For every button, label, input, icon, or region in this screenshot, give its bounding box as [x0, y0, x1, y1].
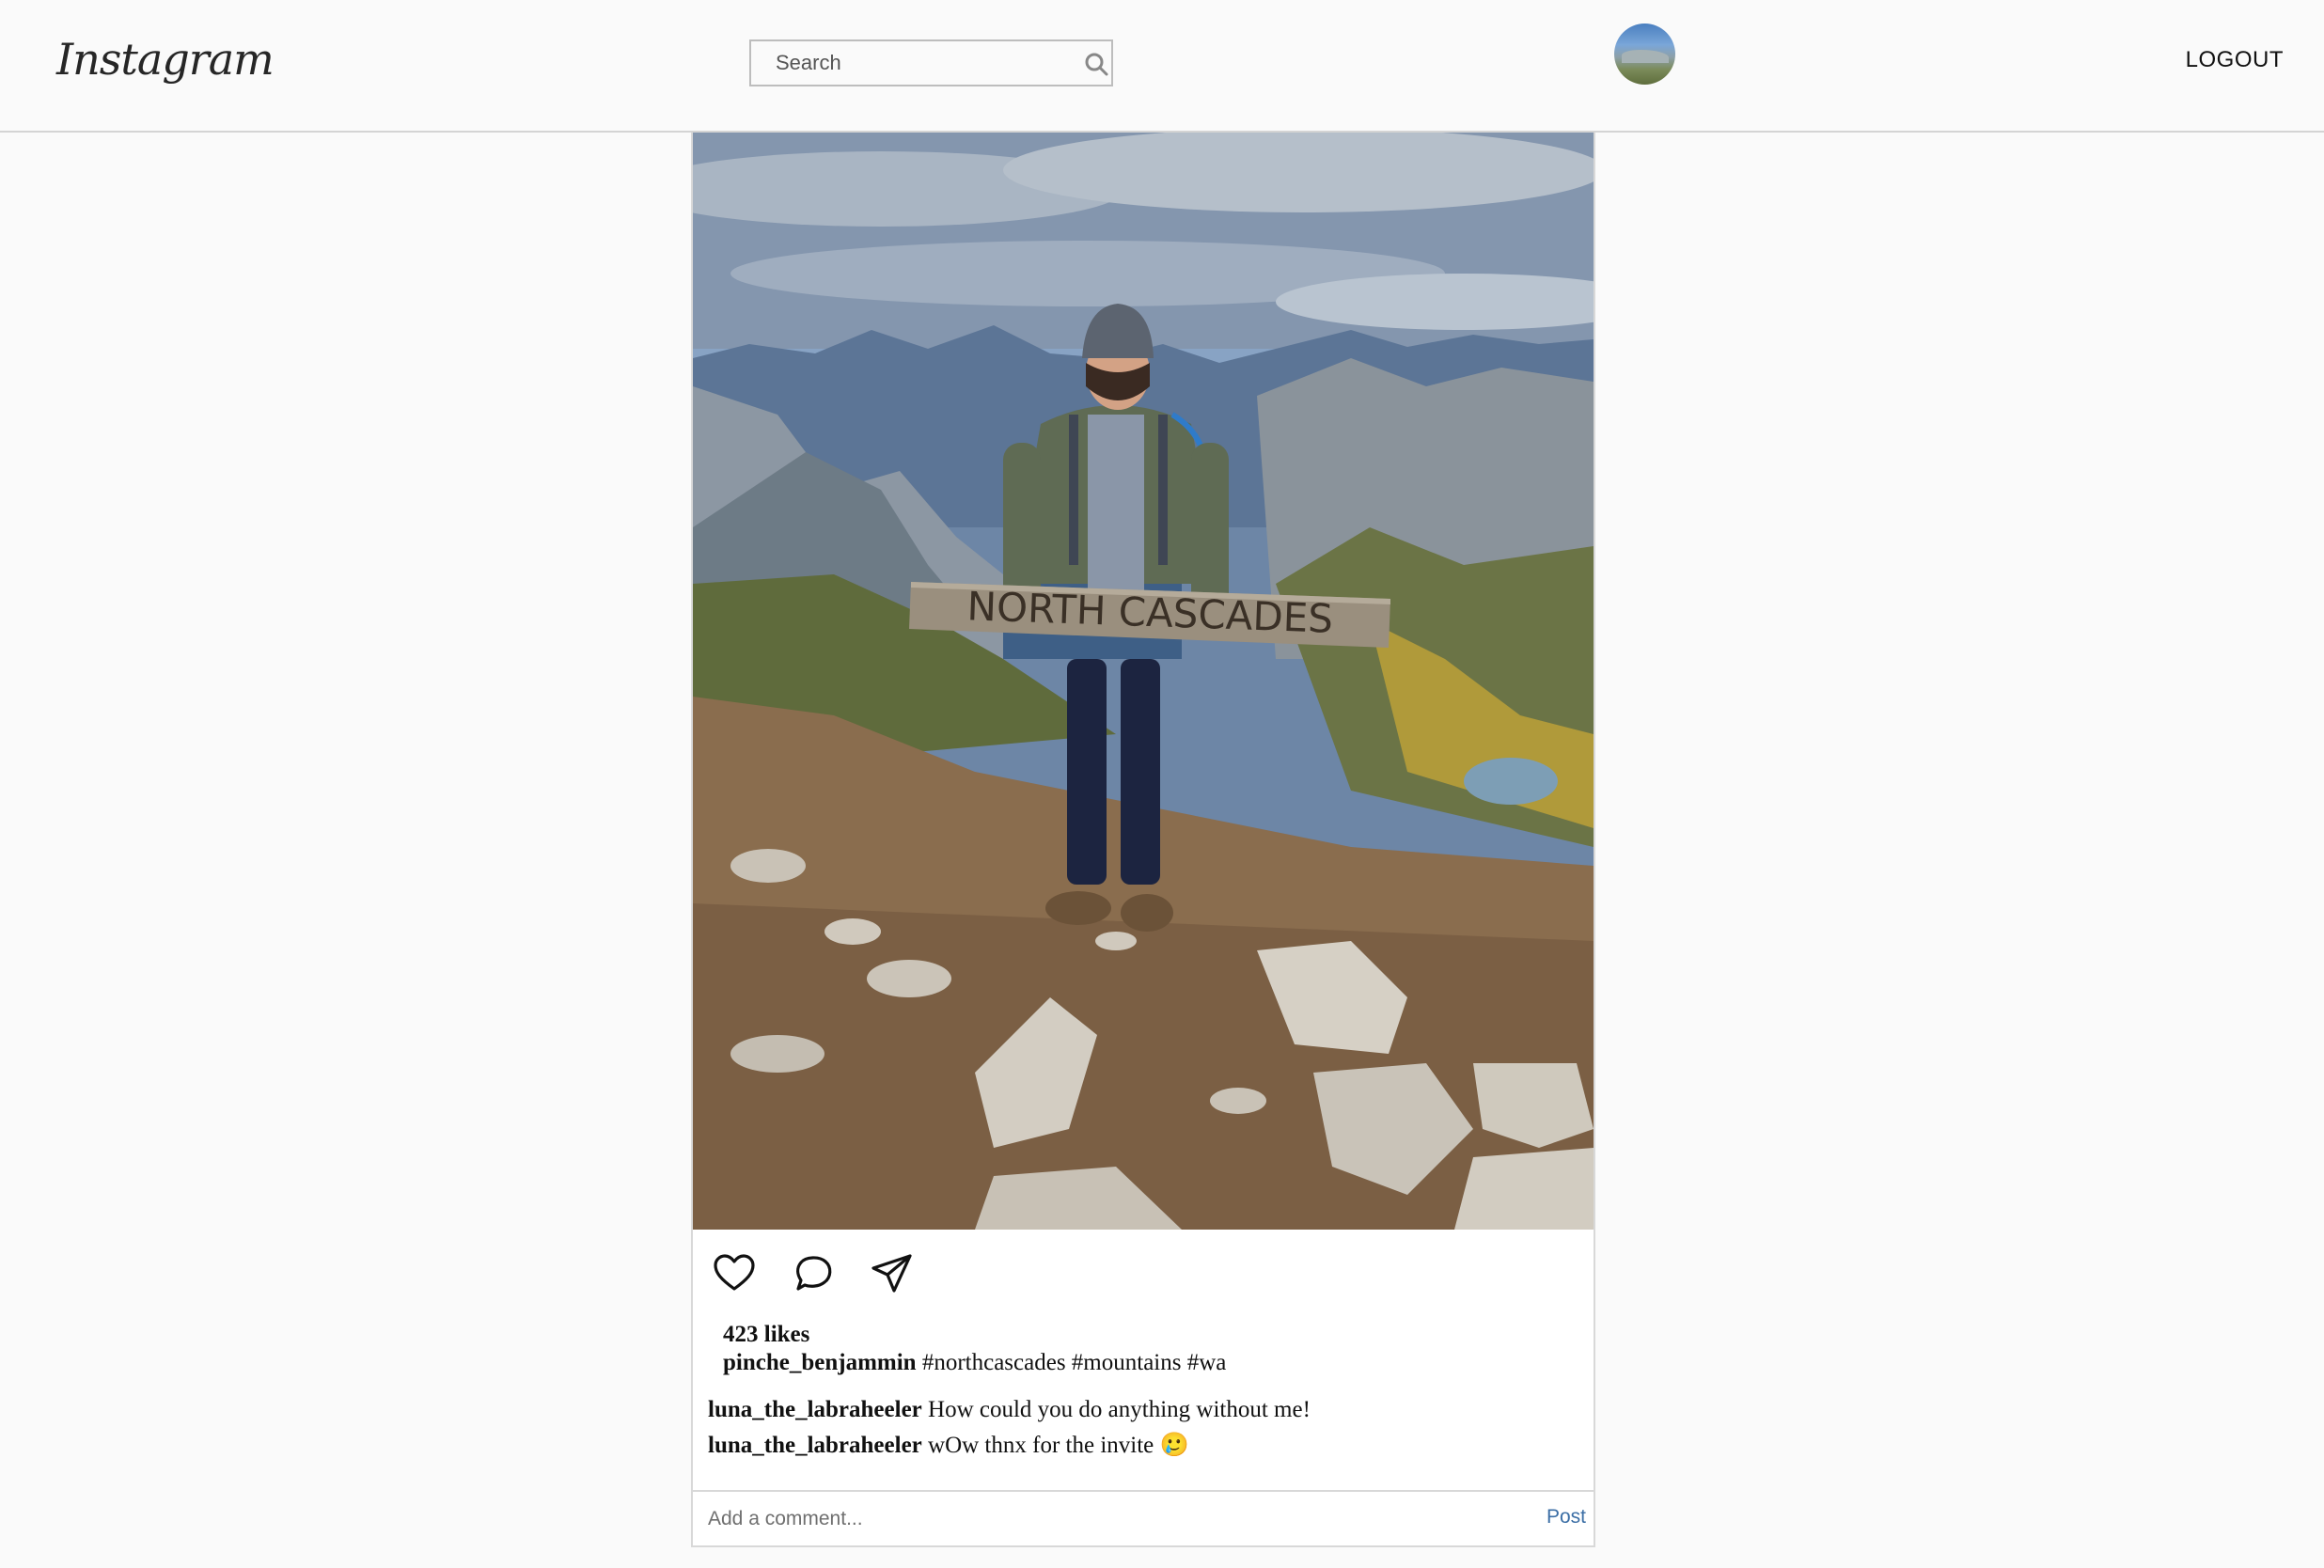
post-comment-button[interactable]: Post [1547, 1506, 1586, 1529]
post-image[interactable]: NORTH CASCADES [693, 133, 1594, 1230]
likes-count: 423 likes [723, 1322, 810, 1347]
post-caption: pinche_benjammin #northcascades #mountai… [723, 1350, 1226, 1376]
comment-item: luna_the_labraheeler How could you do an… [708, 1392, 1311, 1428]
post-card: NORTH CASCADES 423 likes pinche_benjammi… [691, 133, 1595, 1547]
heart-icon[interactable] [712, 1251, 757, 1296]
comment-username[interactable]: luna_the_labraheeler [708, 1433, 922, 1458]
profile-avatar[interactable] [1614, 24, 1675, 85]
comment-text: How could you do anything without me! [921, 1397, 1311, 1422]
comment-username[interactable]: luna_the_labraheeler [708, 1397, 922, 1422]
comment-item: luna_the_labraheeler wOw thnx for the in… [708, 1428, 1311, 1464]
comment-text: wOw thnx for the invite 🥲 [921, 1433, 1189, 1458]
caption-text: #northcascades #mountains #wa [916, 1350, 1227, 1375]
caption-username[interactable]: pinche_benjammin [723, 1350, 917, 1375]
add-comment-bar: Post [693, 1490, 1594, 1545]
paper-plane-icon[interactable] [870, 1251, 915, 1296]
search-icon[interactable] [1083, 51, 1109, 77]
top-nav-bar: Instagram LOGOUT [0, 0, 2324, 133]
speech-bubble-icon[interactable] [791, 1251, 836, 1296]
post-photo-illustration: NORTH CASCADES [693, 133, 1594, 1230]
search-box[interactable] [749, 39, 1113, 86]
comments-list: luna_the_labraheeler How could you do an… [708, 1392, 1311, 1464]
avatar-image-detail [1622, 50, 1669, 63]
instagram-logo[interactable]: Instagram [56, 26, 275, 92]
search-input[interactable] [751, 41, 1071, 85]
logout-button[interactable]: LOGOUT [2186, 47, 2284, 73]
add-comment-input[interactable] [693, 1492, 1501, 1545]
